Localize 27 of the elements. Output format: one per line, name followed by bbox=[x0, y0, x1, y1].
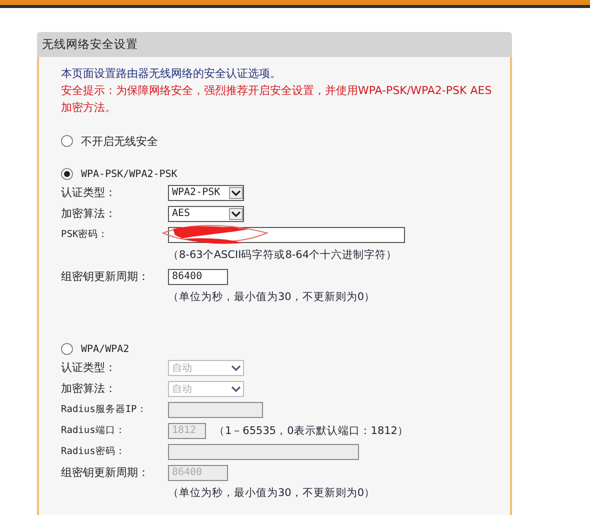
field-label: 加密算法： bbox=[61, 381, 117, 396]
hint-text: （单位为秒，最小值为30，不更新则为0） bbox=[168, 290, 376, 305]
panel-title: 无线网络安全设置 bbox=[37, 32, 512, 57]
dropdown[interactable]: WPA2-PSK bbox=[168, 184, 244, 200]
field-label: 组密钥更新周期： bbox=[61, 465, 150, 480]
radio-button[interactable] bbox=[61, 135, 73, 147]
caret-icon bbox=[229, 186, 243, 198]
hint-text: （1－65535，0表示默认端口：1812） bbox=[214, 424, 408, 438]
field-label: Radius端口： bbox=[61, 424, 126, 437]
intro-text: 本页面设置路由器无线网络的安全认证选项。 bbox=[61, 66, 282, 82]
radio-label: 不开启无线安全 bbox=[81, 134, 158, 148]
field-label: 加密算法： bbox=[61, 206, 117, 221]
field-label: Radius服务器IP： bbox=[61, 403, 148, 416]
field-label: 认证类型： bbox=[61, 360, 117, 375]
radio-button[interactable] bbox=[61, 168, 73, 180]
field-label: 认证类型： bbox=[61, 185, 117, 200]
field-label: Radius密码： bbox=[61, 445, 126, 458]
radio-label: WPA-PSK/WPA2-PSK bbox=[81, 168, 178, 180]
hint-text: （单位为秒，最小值为30，不更新则为0） bbox=[168, 486, 376, 501]
radio-label: WPA/WPA2 bbox=[81, 344, 130, 354]
caret-icon bbox=[229, 208, 243, 220]
input-field[interactable]: 86400 bbox=[168, 268, 228, 284]
field-label: PSK密码： bbox=[61, 228, 110, 241]
field-label: 组密钥更新周期： bbox=[61, 269, 150, 284]
warning-text: 安全提示：为保障网络安全，强烈推荐开启安全设置，并使用WPA-PSK/WPA2-PSK AES加密方法。 bbox=[61, 83, 493, 116]
hint-text: （8-63个ASCII码字符或8-64个十六进制字符） bbox=[168, 248, 398, 263]
dropdown[interactable]: AES bbox=[168, 206, 244, 222]
